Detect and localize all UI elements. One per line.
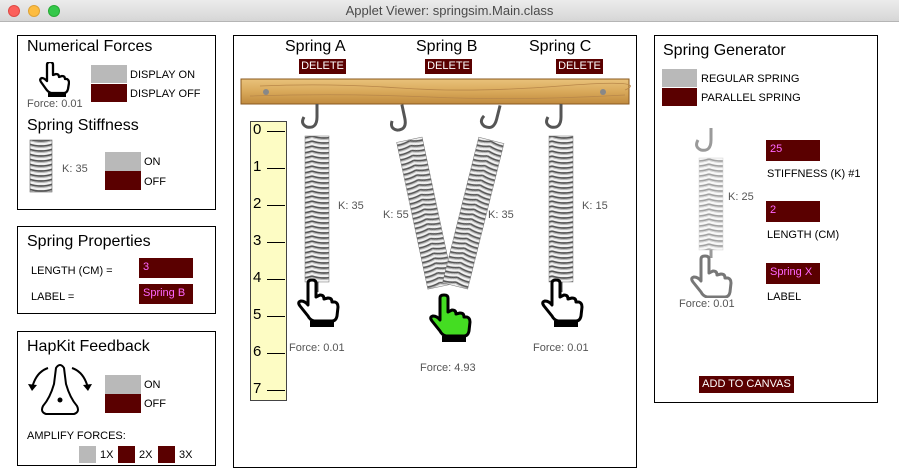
spring-a-k-value: K: 35 [338,200,364,212]
spring-c-force-readout: Force: 0.01 [533,342,589,354]
ruler-tick-label: 1 [253,158,262,175]
parallel-spring-label: PARALLEL SPRING [701,92,801,104]
ruler-tick-line [267,131,285,132]
ruler-tick-label: 0 [253,121,262,138]
ruler: 0 1 2 3 4 5 6 7 [250,121,287,401]
wooden-beam [240,78,631,105]
spring-b-right-k-value: K: 35 [488,209,514,221]
ruler-tick-label: 3 [253,232,262,249]
spring-generator-title: Spring Generator [663,42,786,59]
spring-b-hand-icon[interactable] [429,293,472,342]
ruler-tick-line [267,205,285,206]
generator-length-label: LENGTH (CM) [767,229,840,241]
stiffness-input[interactable]: 25 [766,140,820,161]
ruler-tick-line [267,316,285,317]
ruler-tick-label: 4 [253,269,262,286]
ruler-tick-label: 6 [253,343,262,360]
ruler-tick-label: 7 [253,380,262,397]
generator-label-input[interactable]: Spring X [766,263,820,284]
ruler-tick-line [267,168,285,169]
generator-force-readout: Force: 0.01 [679,298,735,310]
ruler-tick-line [267,390,285,391]
spring-c-k-value: K: 15 [582,200,608,212]
spring-a[interactable] [301,104,330,292]
ruler-tick-line [267,242,285,243]
generator-label-label: LABEL [767,291,802,303]
stiffness-label: STIFFNESS (K) #1 [767,168,861,180]
spring-c[interactable] [545,104,574,292]
ruler-tick-label: 2 [253,195,262,212]
regular-spring-label: REGULAR SPRING [701,73,800,85]
ruler-tick-line [267,353,285,354]
spring-generator-panel: Spring Generator REGULAR SPRING PARALLEL… [654,35,878,403]
parallel-spring-button[interactable] [662,88,697,106]
ruler-tick-line [267,279,285,280]
spring-a-force-readout: Force: 0.01 [289,342,345,354]
add-to-canvas-button[interactable]: ADD TO CANVAS [699,376,794,393]
spring-b-left[interactable] [388,102,454,290]
regular-spring-button[interactable] [662,69,697,87]
spring-b-right[interactable] [441,102,513,290]
generator-k-value: K: 25 [728,191,754,203]
generator-spring-preview[interactable] [685,128,745,298]
generator-length-input[interactable]: 2 [766,201,820,222]
spring-b-left-k-value: K: 55 [383,209,409,221]
spring-b-force-readout: Force: 4.93 [420,362,476,374]
ruler-tick-label: 5 [253,306,262,323]
